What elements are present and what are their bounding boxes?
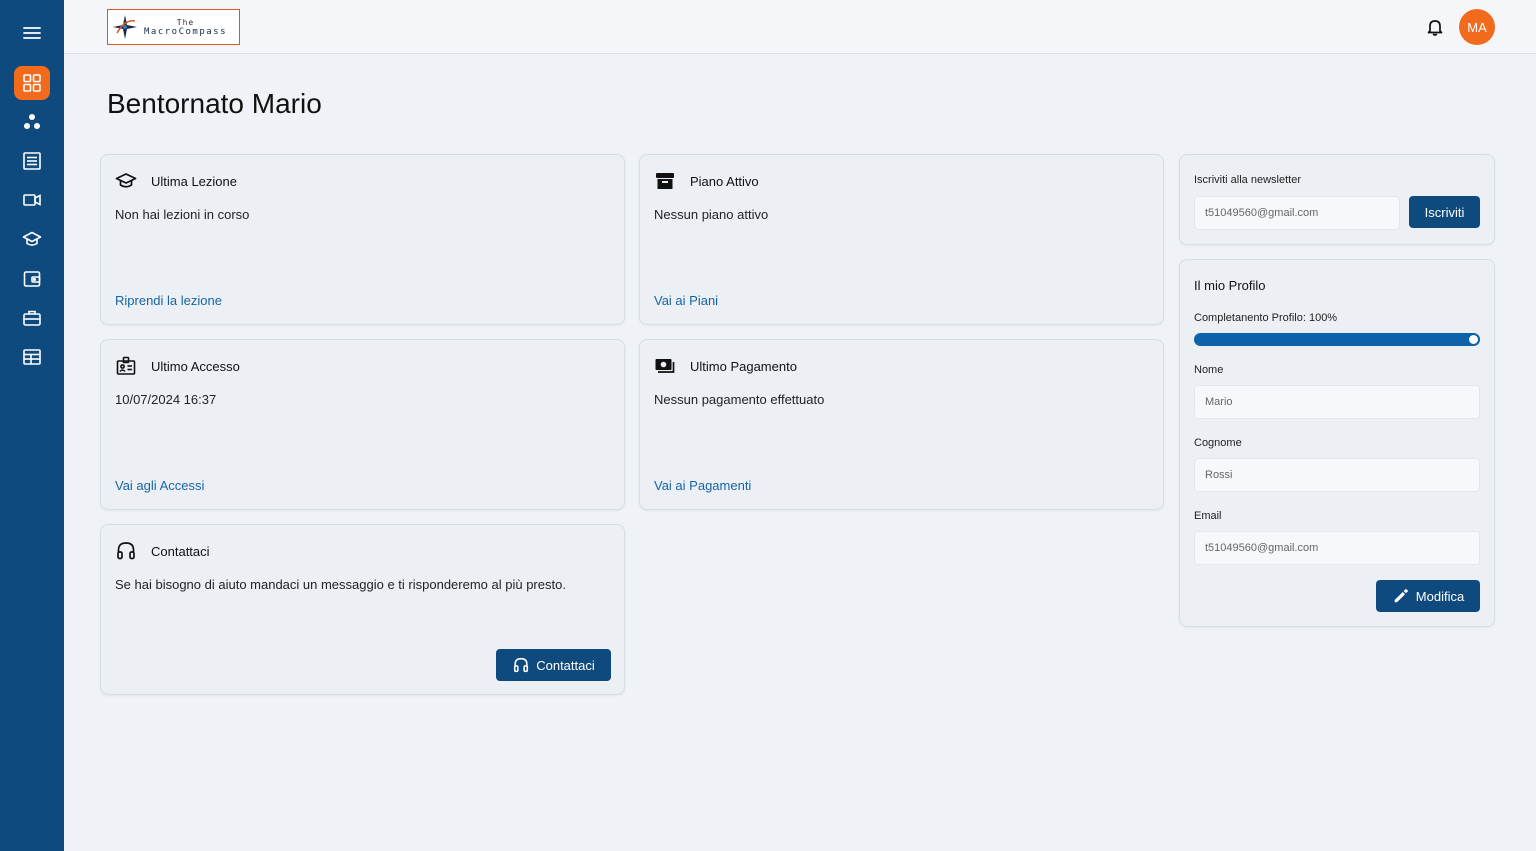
card-newsletter: Iscriviti alla newsletter Iscriviti bbox=[1179, 154, 1495, 245]
card-title: Piano Attivo bbox=[690, 173, 759, 189]
profile-completion-bar bbox=[1194, 333, 1480, 346]
headset-icon bbox=[514, 657, 529, 673]
card-body: 10/07/2024 16:37 bbox=[115, 392, 217, 407]
vai-ai-piani-link[interactable]: Vai ai Piani bbox=[654, 293, 718, 308]
calendar-table-icon[interactable] bbox=[14, 340, 50, 374]
vai-agli-accessi-link[interactable]: Vai agli Accessi bbox=[115, 478, 204, 493]
logo-line2: MacroCompass bbox=[144, 26, 228, 37]
card-profilo: Il mio Profilo Completanento Profilo: 10… bbox=[1179, 259, 1495, 627]
card-body: Se hai bisogno di aiuto mandaci un messa… bbox=[115, 577, 566, 592]
card-contattaci: Contattaci Se hai bisogno di aiuto manda… bbox=[100, 524, 625, 695]
top-bar: The MacroCompass MA bbox=[64, 0, 1536, 54]
page-title: Bentornato Mario bbox=[107, 88, 322, 119]
compass-logo-icon bbox=[108, 10, 142, 44]
dashboard-icon[interactable] bbox=[14, 66, 50, 100]
card-ultimo-pagamento: Ultimo Pagamento Nessun pagamento effett… bbox=[639, 339, 1164, 510]
newsletter-email-input[interactable] bbox=[1194, 196, 1400, 230]
payment-money-icon bbox=[655, 359, 675, 373]
nome-label: Nome bbox=[1194, 364, 1224, 376]
iscriviti-button[interactable]: Iscriviti bbox=[1409, 196, 1480, 228]
card-title: Ultimo Accesso bbox=[151, 358, 240, 374]
briefcase-icon[interactable] bbox=[14, 301, 50, 335]
riprendi-lezione-link[interactable]: Riprendi la lezione bbox=[115, 293, 222, 308]
card-piano-attivo: Piano Attivo Nessun piano attivo Vai ai … bbox=[639, 154, 1164, 325]
video-icon[interactable] bbox=[14, 183, 50, 217]
user-avatar[interactable]: MA bbox=[1459, 9, 1495, 45]
pencil-icon bbox=[1394, 588, 1408, 603]
graduation-cap-icon bbox=[115, 173, 137, 188]
card-ultimo-accesso: Ultimo Accesso 10/07/2024 16:37 Vai agli… bbox=[100, 339, 625, 510]
contattaci-button-label: Contattaci bbox=[536, 657, 595, 673]
cognome-label: Cognome bbox=[1194, 437, 1242, 449]
card-body: Non hai lezioni in corso bbox=[115, 207, 250, 222]
modifica-button[interactable]: Modifica bbox=[1376, 580, 1480, 612]
cognome-field[interactable] bbox=[1194, 458, 1480, 492]
wallet-icon[interactable] bbox=[14, 262, 50, 296]
card-body: Nessun pagamento effettuato bbox=[654, 392, 825, 407]
graduation-cap-icon[interactable] bbox=[14, 222, 50, 256]
profile-completion-knob bbox=[1469, 335, 1478, 344]
card-title: Contattaci bbox=[151, 543, 210, 559]
nome-field[interactable] bbox=[1194, 385, 1480, 419]
card-body: Nessun piano attivo bbox=[654, 207, 769, 222]
notification-bell-icon[interactable] bbox=[1425, 17, 1445, 37]
card-title: Ultimo Pagamento bbox=[690, 358, 797, 374]
list-icon[interactable] bbox=[14, 144, 50, 178]
email-field[interactable] bbox=[1194, 531, 1480, 565]
id-badge-icon bbox=[116, 356, 136, 375]
profile-title: Il mio Profilo bbox=[1194, 278, 1266, 293]
email-label: Email bbox=[1194, 510, 1222, 522]
community-icon[interactable] bbox=[14, 105, 50, 139]
contattaci-button[interactable]: Contattaci bbox=[496, 649, 611, 681]
archive-box-icon bbox=[656, 173, 674, 189]
profile-completion-fill bbox=[1194, 333, 1480, 346]
card-ultima-lezione: Ultima Lezione Non hai lezioni in corso … bbox=[100, 154, 625, 325]
logo-line1: The bbox=[176, 17, 195, 27]
modifica-button-label: Modifica bbox=[1415, 588, 1465, 604]
sidebar bbox=[0, 0, 64, 851]
vai-ai-pagamenti-link[interactable]: Vai ai Pagamenti bbox=[654, 478, 751, 493]
macrocompass-logo[interactable]: The MacroCompass bbox=[107, 9, 240, 45]
headset-icon bbox=[117, 542, 135, 560]
newsletter-label: Iscriviti alla newsletter bbox=[1194, 174, 1301, 186]
profile-completion-label: Completanento Profilo: 100% bbox=[1194, 312, 1338, 324]
card-title: Ultima Lezione bbox=[151, 173, 237, 189]
menu-icon[interactable] bbox=[14, 16, 50, 50]
